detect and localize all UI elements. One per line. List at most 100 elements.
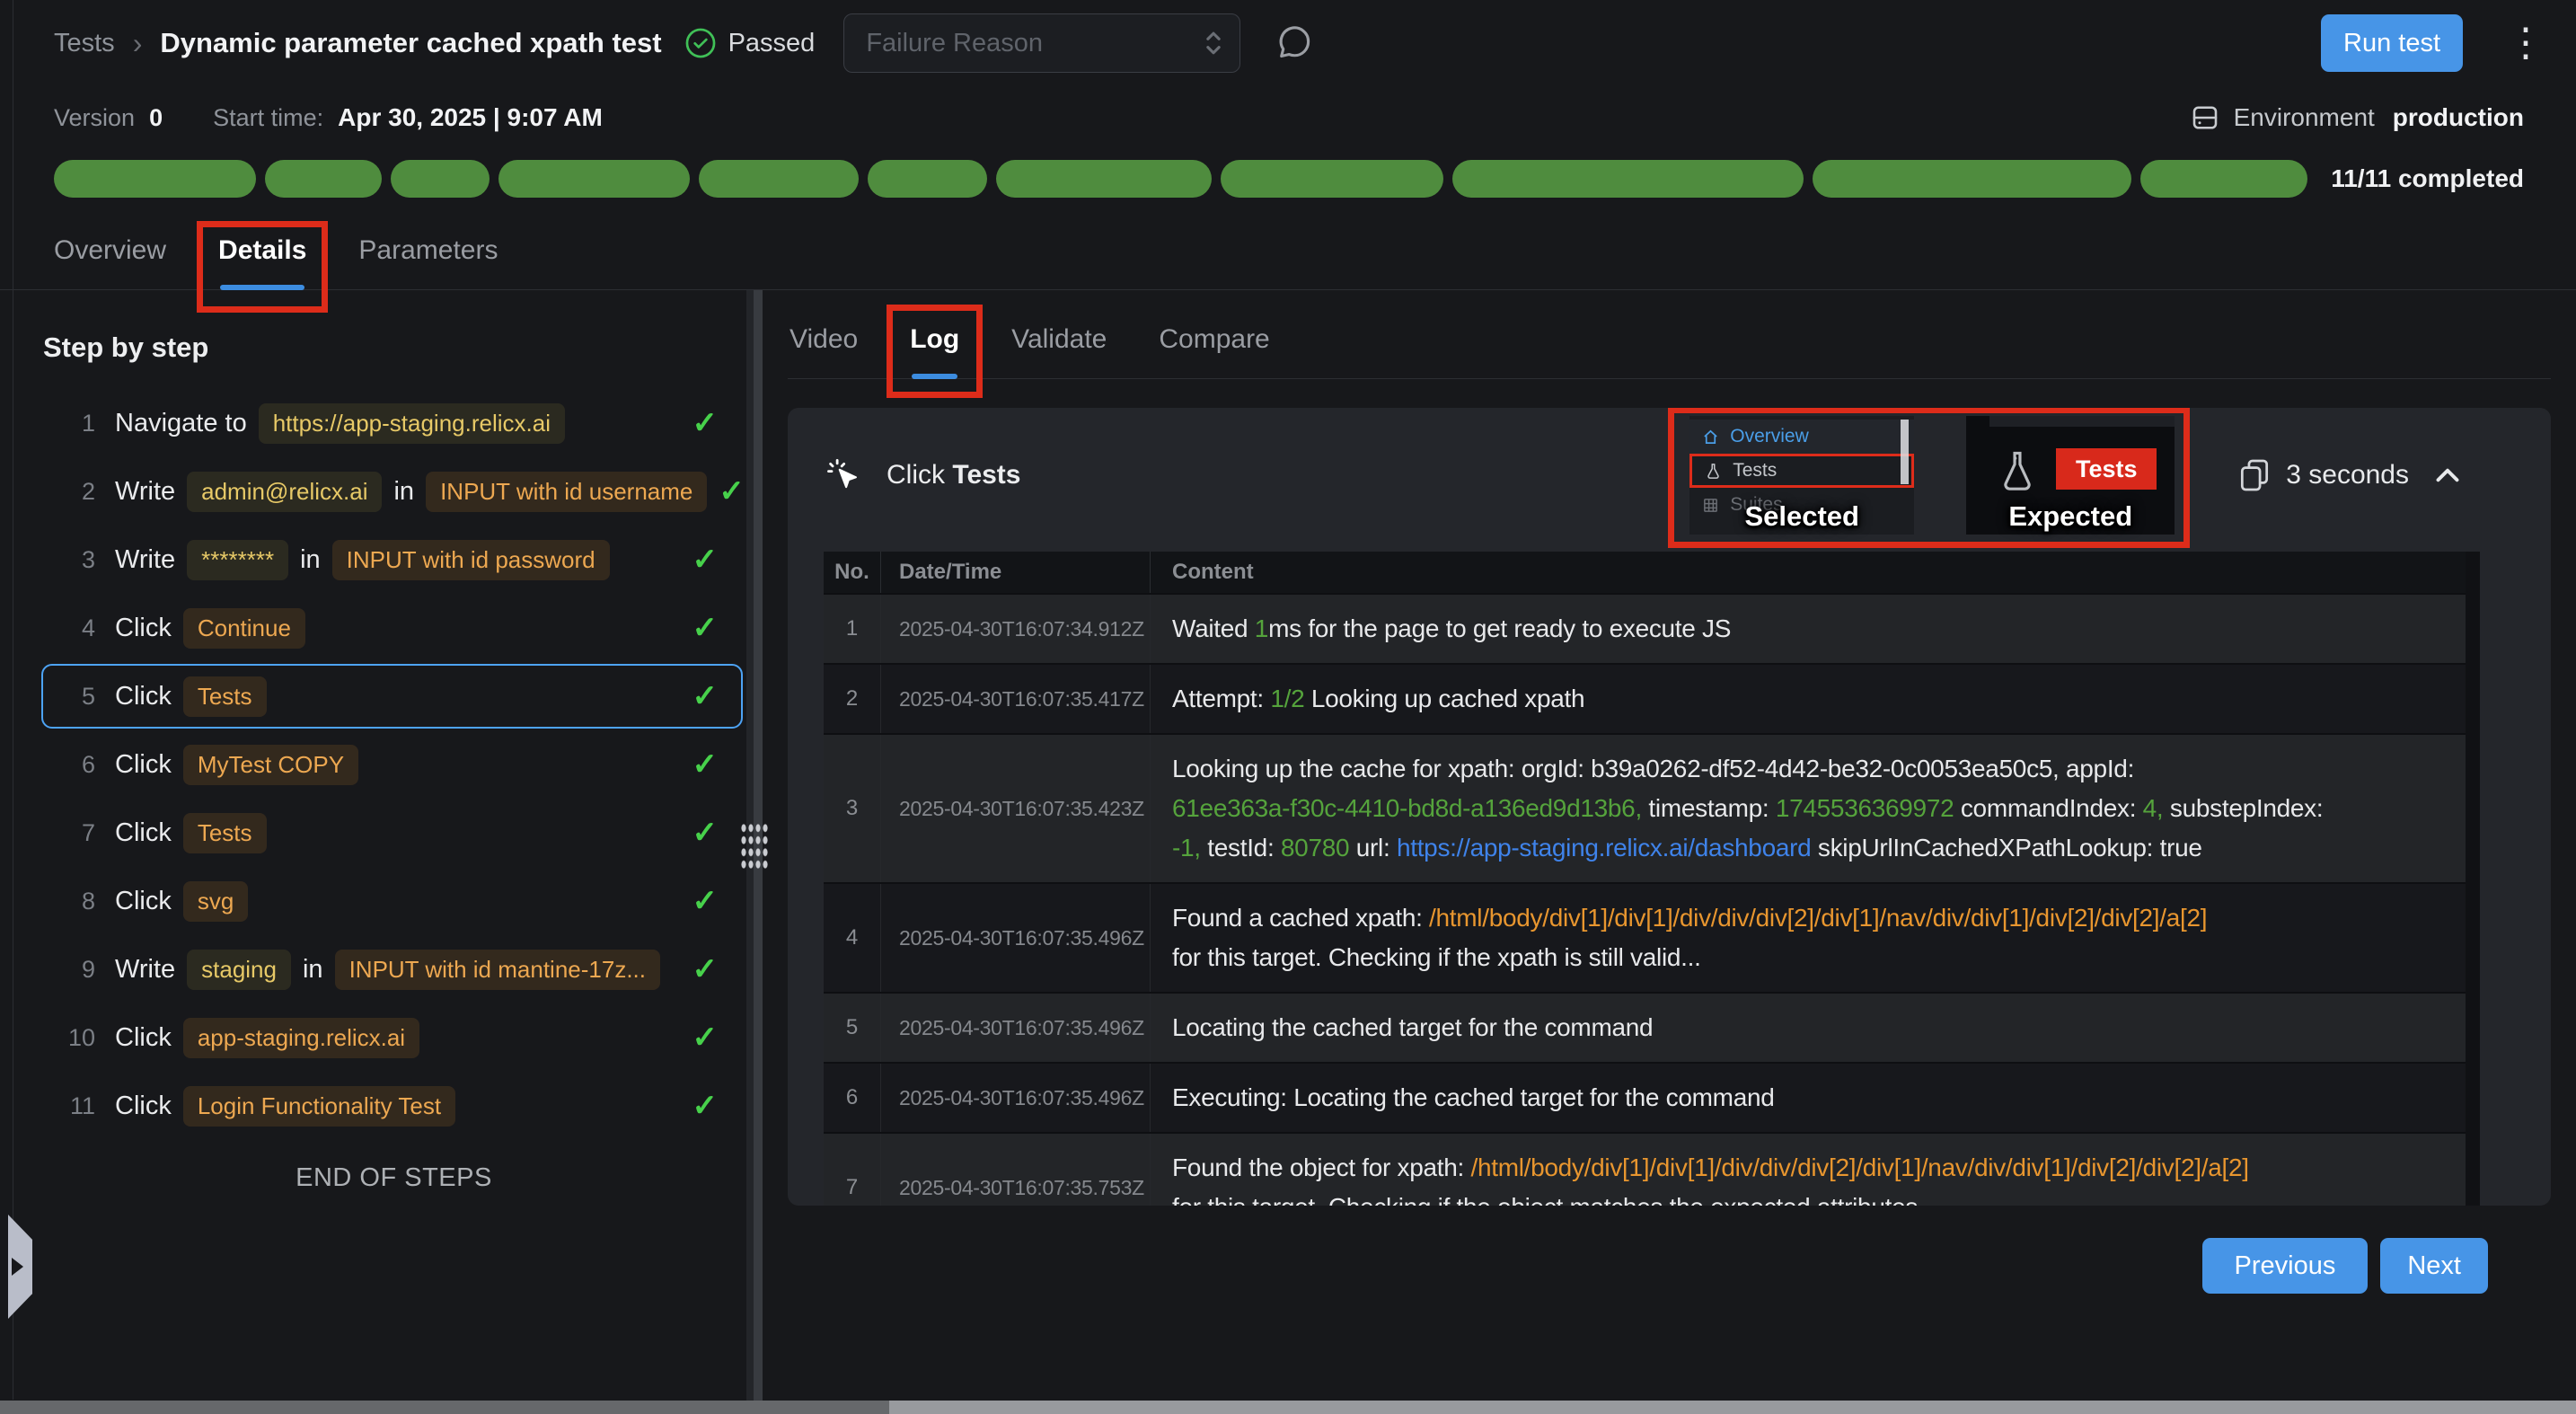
breadcrumb[interactable]: Tests	[54, 29, 115, 58]
log-row-content: Looking up the cache for xpath: orgId: b…	[1151, 735, 2466, 882]
step-success-check-icon: ✓	[693, 951, 719, 987]
target-badge: INPUT with id username	[426, 472, 707, 512]
comment-bubble-icon[interactable]	[1275, 23, 1314, 63]
chevron-up-icon[interactable]	[2434, 465, 2461, 485]
step-row-7[interactable]: 7ClickTests✓	[41, 800, 743, 865]
progress-segment[interactable]	[699, 160, 859, 198]
copy-icon[interactable]	[2239, 458, 2270, 492]
log-row-1[interactable]: 12025-04-30T16:07:34.912ZWaited 1ms for …	[824, 593, 2466, 663]
mini-nav-overview: Overview	[1689, 420, 1914, 454]
environment-label: Environment	[2234, 103, 2375, 132]
step-progress-bar[interactable]	[54, 160, 2307, 198]
log-row-7[interactable]: 72025-04-30T16:07:35.753ZFound the objec…	[824, 1132, 2466, 1206]
tab-overview[interactable]: Overview	[54, 235, 166, 289]
progress-segment[interactable]	[1813, 160, 2131, 198]
log-card: Click Tests Overview	[788, 408, 2551, 1206]
log-row-number: 3	[824, 735, 881, 882]
end-of-steps-label: END OF STEPS	[41, 1163, 746, 1193]
log-row-number: 2	[824, 665, 881, 733]
col-header-datetime: Date/Time	[881, 552, 1151, 593]
step-number: 4	[57, 614, 95, 642]
steps-list: 1Navigate tohttps://app-staging.relicx.a…	[41, 391, 746, 1138]
log-row-content: Found a cached xpath: /html/body/div[1]/…	[1151, 884, 2466, 992]
status-label: Passed	[728, 29, 816, 58]
log-row-timestamp: 2025-04-30T16:07:35.496Z	[881, 994, 1151, 1062]
tab-video[interactable]: Video	[790, 324, 858, 378]
step-text: Write	[115, 477, 175, 507]
log-table-header: No. Date/Time Content	[824, 552, 2466, 593]
step-row-1[interactable]: 1Navigate tohttps://app-staging.relicx.a…	[41, 391, 743, 455]
mini-nav-tests-label: Tests	[1733, 460, 1777, 482]
target-badge: Login Functionality Test	[183, 1086, 455, 1127]
detail-tabs: Video Log Validate Compare	[788, 290, 2551, 379]
annotation-box-log	[887, 305, 983, 398]
log-row-content: Attempt: 1/2 Looking up cached xpath	[1151, 665, 2466, 733]
step-row-11[interactable]: 11ClickLogin Functionality Test✓	[41, 1074, 743, 1138]
step-row-8[interactable]: 8Clicksvg✓	[41, 869, 743, 933]
log-row-5[interactable]: 52025-04-30T16:07:35.496ZLocating the ca…	[824, 992, 2466, 1062]
kebab-menu-icon[interactable]: ⋮	[2506, 23, 2529, 63]
step-row-10[interactable]: 10Clickapp-staging.relicx.ai✓	[41, 1005, 743, 1070]
next-button[interactable]: Next	[2380, 1238, 2488, 1294]
tab-parameters[interactable]: Parameters	[358, 235, 498, 289]
progress-segment[interactable]	[1221, 160, 1444, 198]
step-row-6[interactable]: 6ClickMyTest COPY✓	[41, 732, 743, 797]
target-badge: Continue	[183, 608, 305, 649]
log-row-6[interactable]: 62025-04-30T16:07:35.496ZExecuting: Loca…	[824, 1062, 2466, 1132]
step-text: in	[303, 955, 323, 985]
progress-segment[interactable]	[498, 160, 690, 198]
progress-segment[interactable]	[265, 160, 382, 198]
duration-label: 3 seconds	[2286, 460, 2409, 490]
page-tabs: Overview Details Parameters	[0, 203, 2576, 290]
horizontal-scrollbar-thumb[interactable]	[889, 1401, 2576, 1414]
progress-segment[interactable]	[996, 160, 1212, 198]
splitter-grip-icon[interactable]	[740, 822, 769, 870]
duration-group: 3 seconds	[2239, 458, 2461, 492]
tab-details[interactable]: Details	[218, 235, 306, 289]
run-test-button[interactable]: Run test	[2321, 14, 2463, 72]
log-row-number: 7	[824, 1134, 881, 1206]
log-row-number: 4	[824, 884, 881, 992]
expected-thumbnail[interactable]: Tests Expected	[1966, 416, 2175, 535]
passed-check-icon	[684, 26, 718, 60]
step-text: Write	[115, 545, 175, 575]
step-row-9[interactable]: 9WritestaginginINPUT with id mantine-17z…	[41, 937, 743, 1002]
step-row-2[interactable]: 2Writeadmin@relicx.aiinINPUT with id use…	[41, 459, 743, 524]
value-badge: admin@relicx.ai	[187, 472, 382, 512]
step-number: 2	[57, 478, 95, 506]
selected-thumbnail[interactable]: Overview Tests	[1689, 416, 1914, 535]
start-time-value: Apr 30, 2025 | 9:07 AM	[338, 103, 603, 132]
log-row-3[interactable]: 32025-04-30T16:07:35.423ZLooking up the …	[824, 733, 2466, 882]
log-row-number: 5	[824, 994, 881, 1062]
step-row-3[interactable]: 3Write********inINPUT with id password✓	[41, 527, 743, 592]
progress-segment[interactable]	[2140, 160, 2307, 198]
target-badge: MyTest COPY	[183, 745, 358, 785]
flask-icon	[1705, 463, 1722, 480]
horizontal-scrollbar-track[interactable]	[0, 1401, 2576, 1414]
progress-segment[interactable]	[1452, 160, 1804, 198]
log-row-2[interactable]: 22025-04-30T16:07:35.417ZAttempt: 1/2 Lo…	[824, 663, 2466, 733]
tab-log[interactable]: Log	[910, 324, 959, 378]
previous-button[interactable]: Previous	[2202, 1238, 2369, 1294]
failure-reason-select[interactable]: Failure Reason	[843, 13, 1240, 73]
tab-compare[interactable]: Compare	[1159, 324, 1269, 378]
step-text: Navigate to	[115, 409, 247, 438]
progress-segment[interactable]	[54, 160, 256, 198]
expected-highlight-box: Tests	[2056, 448, 2157, 490]
tab-validate[interactable]: Validate	[1011, 324, 1107, 378]
value-badge: staging	[187, 950, 291, 990]
step-row-4[interactable]: 4ClickContinue✓	[41, 596, 743, 660]
log-row-4[interactable]: 42025-04-30T16:07:35.496ZFound a cached …	[824, 882, 2466, 992]
log-row-timestamp: 2025-04-30T16:07:35.753Z	[881, 1134, 1151, 1206]
log-table-scrollbar[interactable]	[2466, 552, 2480, 1206]
selected-thumbnail-label: Selected	[1689, 500, 1914, 533]
log-row-timestamp: 2025-04-30T16:07:35.423Z	[881, 735, 1151, 882]
mini-nav-overview-label: Overview	[1730, 426, 1809, 447]
progress-segment[interactable]	[868, 160, 987, 198]
page-title: Dynamic parameter cached xpath test	[160, 27, 661, 59]
step-row-5[interactable]: 5ClickTests✓	[41, 664, 743, 729]
meta-row: Version 0 Start time: Apr 30, 2025 | 9:0…	[0, 86, 2576, 149]
progress-segment[interactable]	[391, 160, 490, 198]
active-tab-underline	[220, 285, 304, 290]
panel-splitter[interactable]	[746, 290, 763, 1401]
